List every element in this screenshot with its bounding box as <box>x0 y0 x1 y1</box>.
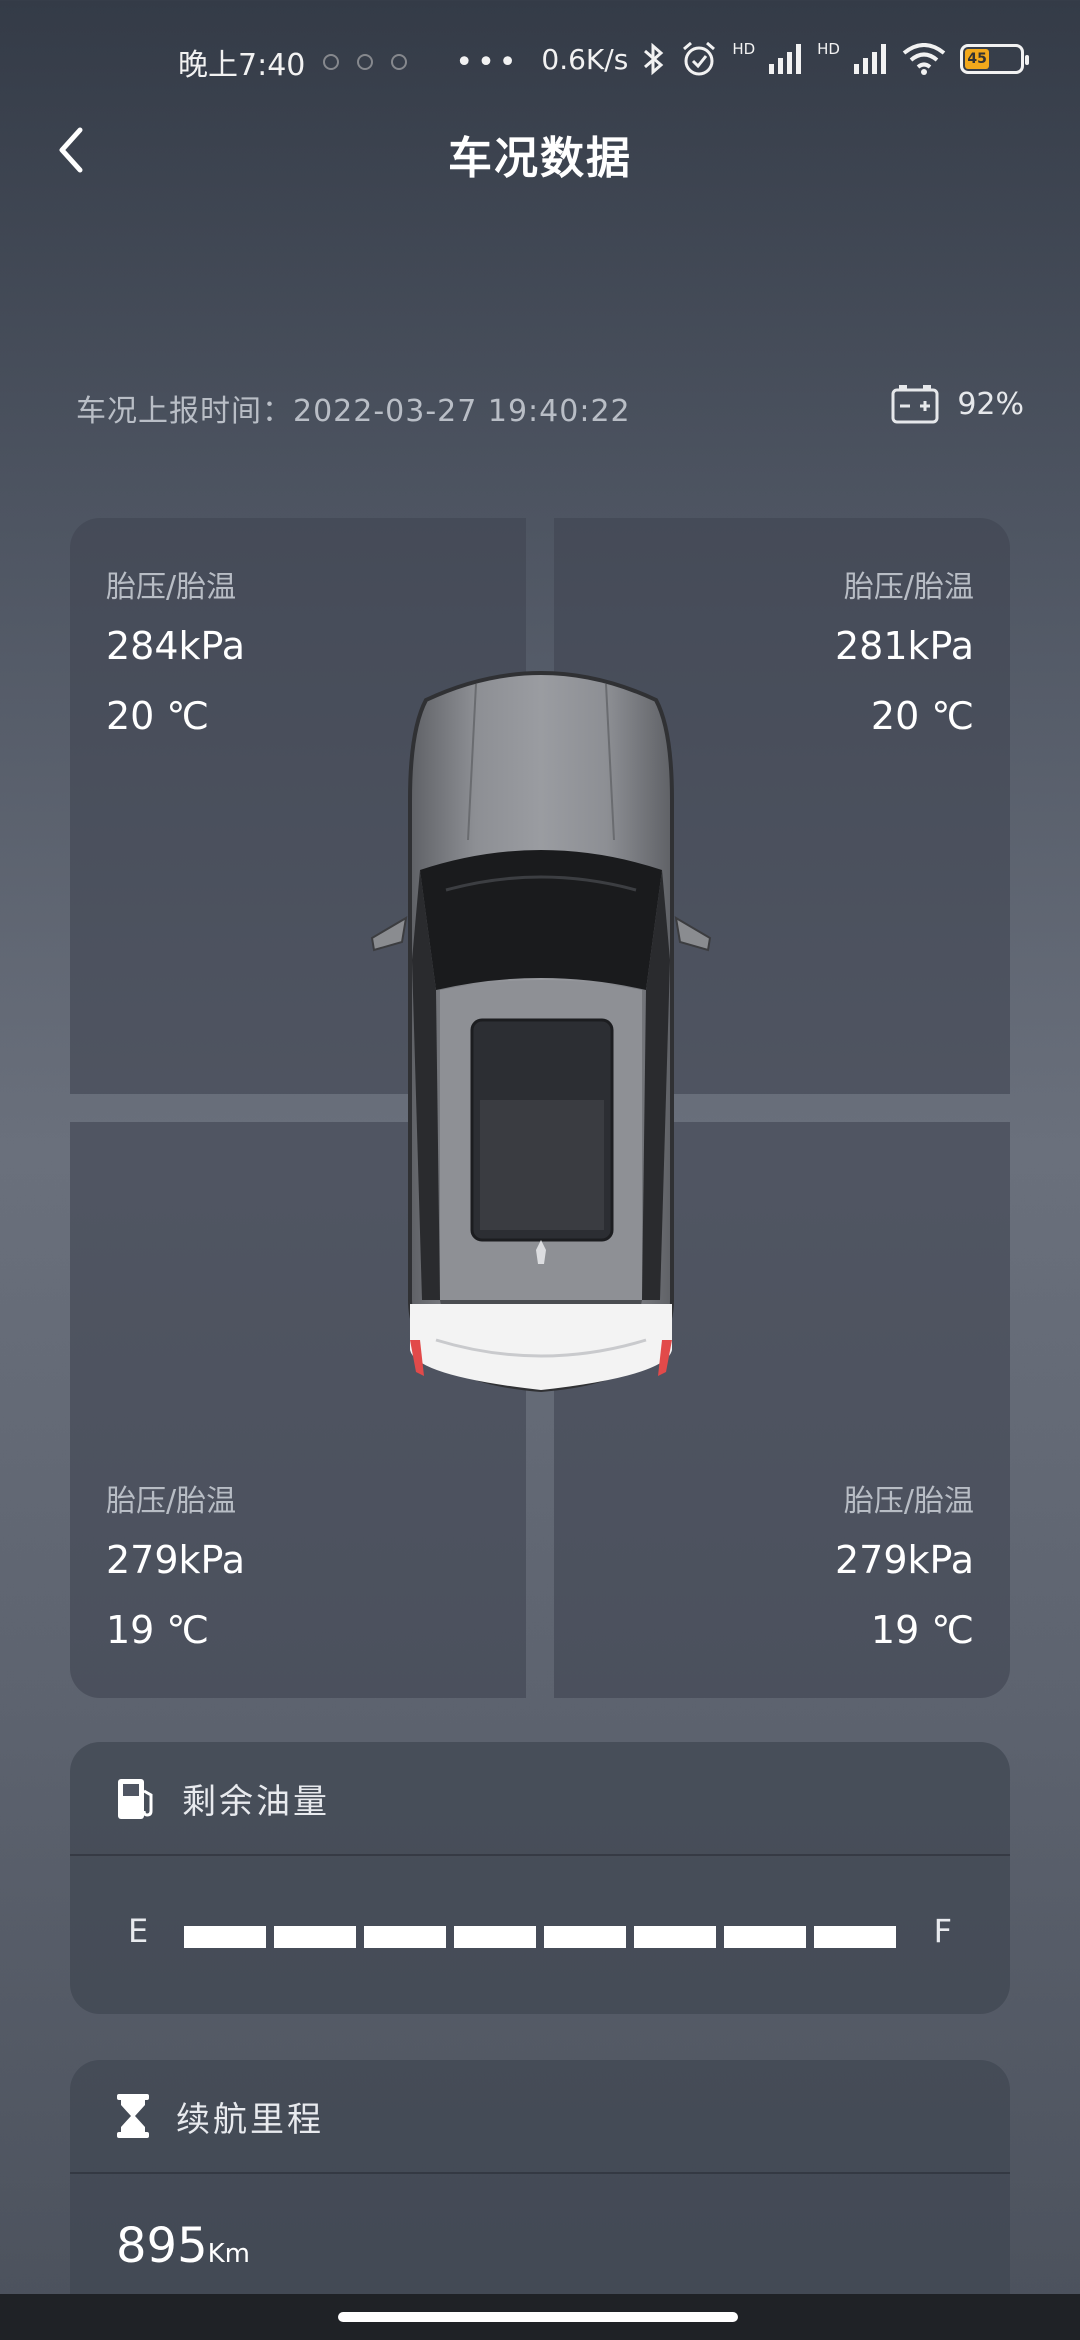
notification-icon <box>391 54 408 70</box>
report-time: 车况上报时间：2022-03-27 19:40:22 <box>76 386 631 430</box>
fuel-segment <box>364 1926 446 1948</box>
fuel-title: 剩余油量 <box>182 1781 330 1822</box>
top-nav: 车况数据 <box>0 110 1080 190</box>
tire-temperature: 19 ℃ <box>106 1608 210 1652</box>
tire-pressure: 279kPa <box>106 1538 246 1582</box>
status-bar: 晚上7:40 ••• 0.6K/s HD HD 45 <box>0 0 1080 124</box>
report-time-label: 车况上报时间： <box>76 394 293 429</box>
fuel-segment <box>814 1926 896 1948</box>
cell-signal-icon <box>769 44 802 74</box>
fuel-gauge: E F <box>70 1856 1010 2012</box>
fuel-segment <box>724 1926 806 1948</box>
status-time: 晚上7:40 <box>178 48 306 83</box>
battery-status-icon: 45 <box>960 44 1029 74</box>
notification-icon <box>357 54 374 70</box>
fuel-card: 剩余油量 E F <box>70 1742 1010 2014</box>
tire-label: 胎压/胎温 <box>106 570 237 605</box>
fuel-segment <box>274 1926 356 1948</box>
fuel-segment <box>454 1926 536 1948</box>
tire-label: 胎压/胎温 <box>106 1484 237 1519</box>
range-title: 续航里程 <box>176 2099 324 2140</box>
tire-pressure: 279kPa <box>834 1538 974 1582</box>
bluetooth-icon <box>644 42 664 76</box>
fuel-pump-icon <box>118 1779 153 1819</box>
battery-fill: 45 <box>965 49 990 69</box>
tire-label: 胎压/胎温 <box>843 570 974 605</box>
fuel-segment <box>634 1926 716 1948</box>
range-unit: Km <box>207 2239 251 2269</box>
report-time-value: 2022-03-27 19:40:22 <box>293 394 631 429</box>
home-indicator[interactable] <box>338 2312 738 2322</box>
car-battery: 92% <box>891 384 1024 424</box>
wifi-icon <box>902 43 946 75</box>
car-top-view-image <box>370 671 712 1393</box>
page-title: 车况数据 <box>448 133 632 184</box>
fuel-card-header: 剩余油量 <box>70 1742 1010 1856</box>
car-battery-icon <box>891 385 939 424</box>
fuel-full-label: F <box>933 1912 952 1950</box>
status-left: 晚上7:40 ••• <box>178 40 520 84</box>
notification-icon <box>323 54 340 70</box>
tire-label: 胎压/胎温 <box>843 1484 974 1519</box>
range-value: 895Km <box>70 2174 1010 2274</box>
fuel-segment <box>544 1926 626 1948</box>
signal-hd-label: HD <box>817 40 840 58</box>
fuel-segment <box>184 1926 266 1948</box>
range-number: 895 <box>116 2218 208 2274</box>
net-speed: 0.6K/s <box>541 42 629 76</box>
alarm-icon <box>683 41 716 76</box>
more-notifications-icon: ••• <box>455 44 521 80</box>
cell-signal-icon <box>854 44 886 74</box>
status-right: 0.6K/s HD HD 45 <box>541 40 1029 78</box>
hourglass-icon <box>117 2094 149 2138</box>
fuel-empty-label: E <box>128 1912 149 1950</box>
range-card-header: 续航里程 <box>70 2060 1010 2174</box>
car-battery-percent: 92% <box>957 386 1024 422</box>
battery-level: 45 <box>967 51 987 67</box>
signal-hd-label: HD <box>732 40 756 58</box>
tire-temperature: 19 ℃ <box>870 1608 974 1652</box>
